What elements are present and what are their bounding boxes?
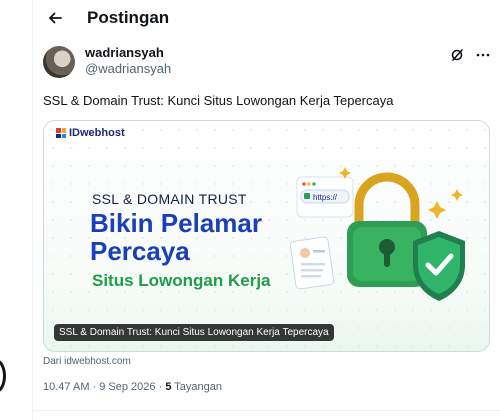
post-timestamp[interactable]: 10.47 AM · 9 Sep 2026 · (43, 381, 165, 393)
arrow-left-icon (49, 12, 62, 24)
shield-check-icon (413, 231, 465, 301)
post-text: SSL & Domain Trust: Kunci Situs Lowongan… (43, 93, 394, 108)
post-meta: 10.47 AM · 9 Sep 2026 · 5 Tayangan (43, 381, 490, 393)
back-button[interactable] (37, 0, 73, 36)
left-rail (0, 0, 32, 420)
resume-document-icon (289, 236, 335, 290)
post: wadriansyah @wadriansyah SSL & Domain Tr… (43, 42, 490, 393)
column-divider (32, 0, 33, 420)
views-label: Tayangan (171, 381, 223, 393)
more-button[interactable] (476, 53, 490, 57)
link-card[interactable]: IDwebhost SSL & DOMAIN TRUST Bikin Pelam… (43, 120, 490, 352)
browser-window-icon: https:// (296, 176, 354, 218)
link-source[interactable]: Dari idwebhost.com (43, 356, 490, 367)
author-name[interactable]: wadriansyah (85, 45, 171, 61)
post-actions (450, 48, 490, 62)
author-handle[interactable]: @wadriansyah (85, 61, 171, 77)
ssl-illustration: https:// (289, 167, 465, 301)
more-icon (476, 53, 490, 57)
brand-mark-icon (56, 128, 66, 138)
image-title-line2: Percaya (90, 236, 190, 266)
brand-name: IDwebhost (69, 127, 125, 139)
image-alt-caption: SSL & Domain Trust: Kunci Situs Lowongan… (54, 324, 334, 341)
page-header: Postingan (33, 0, 500, 36)
image-subtitle: SSL & DOMAIN TRUST (92, 191, 247, 207)
meta-divider (33, 410, 500, 411)
grok-button[interactable] (450, 48, 464, 62)
image-title: Bikin Pelamar Percaya (90, 209, 262, 265)
url-chip: https:// (313, 193, 338, 202)
grok-icon (451, 49, 463, 61)
image-title-line1: Bikin Pelamar (90, 208, 262, 238)
image-tagline: Situs Lowongan Kerja (92, 271, 271, 290)
avatar[interactable] (43, 46, 75, 78)
author-row: wadriansyah @wadriansyah (43, 42, 490, 82)
partial-icon (0, 359, 6, 393)
brand-logo: IDwebhost (56, 127, 125, 139)
author-info: wadriansyah @wadriansyah (85, 45, 171, 77)
page-title: Postingan (87, 8, 170, 27)
